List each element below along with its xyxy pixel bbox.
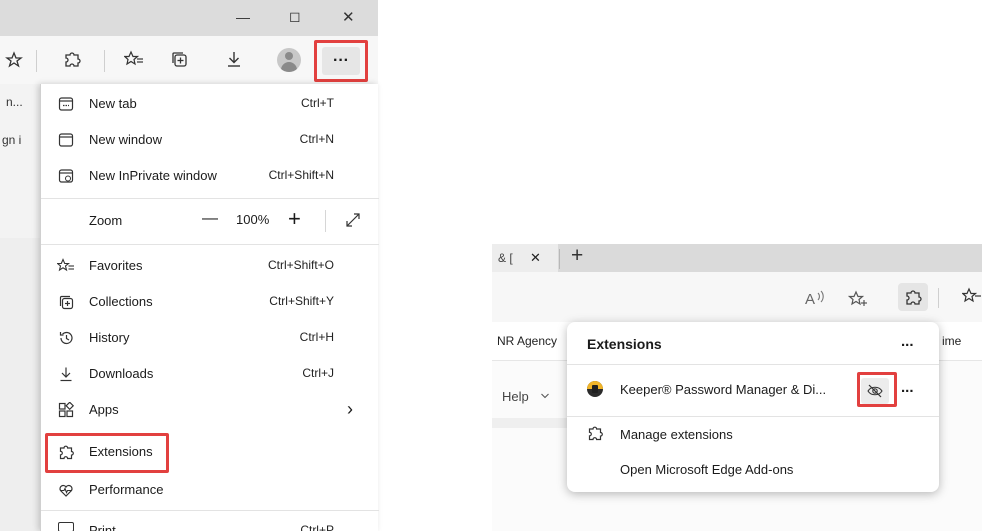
menu-item-label: Print — [89, 523, 116, 531]
menu-item-shortcut: Ctrl+P — [300, 523, 334, 531]
menu-item-label: Downloads — [89, 366, 154, 381]
menu-item-shortcut: Ctrl+N — [299, 132, 334, 146]
menu-item-label: History — [89, 330, 130, 345]
extensions-panel-more-button[interactable]: ... — [901, 333, 914, 350]
menu-item-downloads[interactable]: Downloads Ctrl+J — [41, 356, 379, 392]
extension-more-button[interactable]: ... — [901, 379, 914, 396]
favorite-link-right[interactable]: ime — [942, 334, 961, 348]
open-edge-addons-label: Open Microsoft Edge Add-ons — [620, 462, 794, 477]
downloads-icon — [57, 365, 75, 383]
menu-item-label: New InPrivate window — [89, 168, 217, 183]
toolbar-separator — [104, 50, 105, 72]
menu-item-label: Favorites — [89, 258, 143, 273]
minimize-button[interactable]: — — [236, 9, 250, 25]
zoom-separator — [325, 210, 326, 232]
menu-item-shortcut: Ctrl+Shift+Y — [269, 294, 334, 308]
performance-icon — [57, 481, 75, 499]
tab-title: & [ — [498, 251, 513, 265]
new-tab-icon — [57, 95, 75, 113]
tab-divider — [559, 249, 560, 269]
history-icon — [57, 329, 75, 347]
zoom-value: 100% — [236, 212, 270, 227]
menu-item-shortcut: Ctrl+T — [301, 96, 334, 110]
keeper-logo-icon — [587, 381, 603, 397]
chevron-right-icon: › — [347, 399, 353, 419]
panel-separator — [567, 364, 939, 365]
menu-item-apps[interactable]: Apps › — [41, 392, 379, 428]
zoom-in-button[interactable]: + — [288, 206, 301, 232]
menu-item-label: New window — [89, 132, 162, 147]
favorites-toolbar-icon[interactable] — [122, 47, 146, 71]
menu-item-collections[interactable]: Collections Ctrl+Shift+Y — [41, 284, 379, 320]
tab-close-button[interactable]: ✕ — [530, 250, 541, 266]
menu-separator — [41, 198, 379, 199]
extensions-panel: Extensions ... Keeper® Password Manager … — [567, 322, 939, 492]
favorites-icon — [57, 257, 75, 275]
profile-avatar[interactable] — [277, 48, 301, 72]
settings-more-button[interactable]: ··· — [322, 47, 360, 75]
favorite-link-left[interactable]: NR Agency — [497, 334, 557, 348]
inprivate-icon — [57, 167, 75, 185]
restore-button[interactable]: ◻ — [289, 8, 301, 25]
add-favorite-icon[interactable] — [848, 290, 868, 308]
menu-item-shortcut: Ctrl+Shift+N — [268, 168, 334, 182]
collections-toolbar-icon[interactable] — [167, 47, 191, 71]
menu-item-zoom: Zoom — 100% + — [41, 201, 379, 241]
page-edge-gray — [0, 238, 40, 531]
menu-separator — [41, 510, 379, 511]
extensions-toolbar-icon[interactable] — [60, 47, 84, 71]
new-tab-button[interactable]: + — [571, 244, 583, 268]
menu-item-label: Collections — [89, 294, 153, 309]
menu-item-shortcut: Ctrl+Shift+O — [267, 258, 334, 272]
fullscreen-icon[interactable] — [344, 211, 362, 229]
menu-item-label: New tab — [89, 96, 137, 111]
toolbar-separator — [36, 50, 37, 72]
extensions-icon — [587, 425, 603, 441]
close-button[interactable]: ✕ — [342, 8, 355, 26]
manage-extensions-label: Manage extensions — [620, 427, 733, 442]
title-bar — [0, 0, 378, 36]
cut-tab-text: n... — [6, 95, 23, 109]
manage-extensions-link[interactable]: Manage extensions — [567, 420, 939, 450]
panel-separator — [567, 416, 939, 417]
menu-item-shortcut: Ctrl+J — [302, 366, 334, 380]
menu-item-performance[interactable]: Performance — [41, 472, 379, 508]
zoom-out-button[interactable]: — — [202, 210, 218, 228]
apps-icon — [57, 401, 75, 419]
open-edge-addons-link[interactable]: Open Microsoft Edge Add-ons — [567, 456, 939, 486]
collections-icon — [57, 293, 75, 311]
chevron-down-icon — [540, 389, 550, 403]
menu-item-label: Apps — [89, 402, 119, 417]
help-menu[interactable]: Help — [502, 389, 529, 404]
menu-item-favorites[interactable]: Favorites Ctrl+Shift+O — [41, 248, 379, 284]
svg-text:A: A — [805, 291, 815, 307]
zoom-label: Zoom — [89, 213, 123, 228]
tab-strip — [492, 244, 982, 272]
menu-item-new-inprivate-window[interactable]: New InPrivate window Ctrl+Shift+N — [41, 158, 379, 194]
downloads-toolbar-icon[interactable] — [222, 47, 246, 71]
extensions-panel-title: Extensions — [587, 336, 662, 352]
read-aloud-icon[interactable]: A — [804, 289, 826, 307]
page-bar — [492, 418, 567, 428]
menu-item-history[interactable]: History Ctrl+H — [41, 320, 379, 356]
menu-item-shortcut: Ctrl+H — [299, 330, 334, 344]
extensions-item-highlight — [45, 433, 169, 473]
menu-item-new-window[interactable]: New window Ctrl+N — [41, 122, 379, 158]
print-icon — [58, 522, 74, 531]
toolbar-separator — [938, 288, 939, 308]
extensions-toolbar-button[interactable] — [898, 283, 928, 311]
menu-item-new-tab[interactable]: New tab Ctrl+T — [41, 86, 379, 122]
menu-item-label: Performance — [89, 482, 164, 497]
favorites-toolbar-icon[interactable] — [962, 287, 982, 305]
menu-item-print[interactable]: Print Ctrl+P — [41, 520, 379, 531]
extensions-icon — [904, 288, 922, 306]
menu-separator — [41, 244, 379, 245]
new-window-icon — [57, 131, 75, 149]
extension-name: Keeper® Password Manager & Di... — [620, 382, 827, 397]
cut-page-text: gn i — [2, 133, 22, 147]
hide-button-highlight — [857, 372, 897, 407]
read-aloud-favorite-icon[interactable] — [2, 48, 26, 72]
